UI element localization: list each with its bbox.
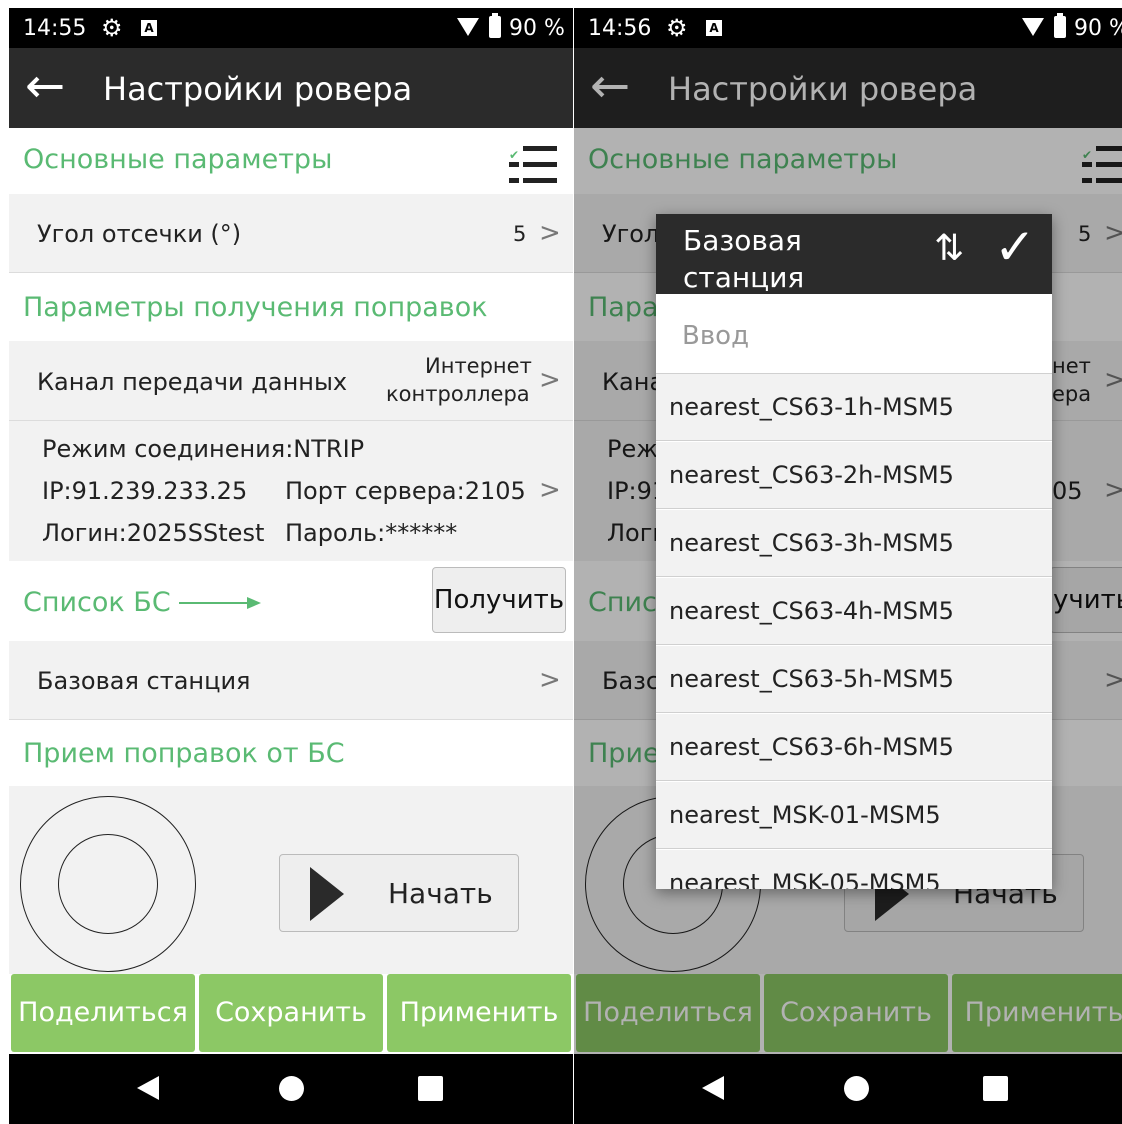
connection-info[interactable]: Режим соединения:NTRIP IP:91.239.233.25 …: [9, 421, 573, 561]
nav-back-icon[interactable]: [702, 1076, 724, 1100]
cutoff-angle-row[interactable]: Угол отсечки (°) 5 >: [9, 194, 573, 273]
section-bs-receive-label: Прием поправок от БС: [23, 738, 345, 769]
share-button[interactable]: Поделиться: [11, 974, 195, 1052]
gear-icon: ⚙: [666, 14, 688, 42]
battery-percent: 90 %: [1074, 16, 1122, 41]
phone-screen-left: 14:55 ⚙ A 90 % ← Настройки ровера Основн…: [9, 8, 573, 1124]
cutoff-angle-label: Угол отсечки (°): [37, 220, 242, 248]
data-channel-row[interactable]: Канал передачи данных Интернет контролле…: [9, 341, 573, 421]
list-check-icon[interactable]: ✔: [509, 144, 557, 188]
arrow-line: [179, 602, 249, 604]
base-station-label: Базовая станция: [37, 667, 251, 695]
station-list-item[interactable]: nearest_CS63-3h-MSM5: [656, 510, 1052, 577]
chevron-right-icon: >: [539, 665, 561, 695]
station-list-item[interactable]: nearest_MSK-05-MSM5: [656, 850, 1052, 889]
station-list-item[interactable]: nearest_CS63-1h-MSM5: [656, 374, 1052, 441]
start-button-label: Начать: [388, 877, 493, 910]
arrow-right-icon: [247, 597, 261, 609]
status-bar: 14:56 ⚙ A 90 %: [574, 8, 1122, 48]
nav-recents-icon[interactable]: [983, 1076, 1008, 1101]
cutoff-angle-value: 5: [513, 222, 527, 246]
station-list-item[interactable]: nearest_CS63-5h-MSM5: [656, 646, 1052, 713]
section-basic-label: Основные параметры: [23, 144, 333, 175]
inner-circle: [58, 834, 158, 934]
dialog-search: [656, 294, 1052, 374]
connection-port: Порт сервера:2105: [285, 477, 526, 505]
apply-button[interactable]: Применить: [387, 974, 571, 1052]
sort-icon[interactable]: ⇅: [934, 228, 964, 269]
save-button[interactable]: Сохранить: [199, 974, 383, 1052]
app-bar: ← Настройки ровера: [9, 48, 573, 128]
nav-back-icon[interactable]: [137, 1076, 159, 1100]
station-list-item[interactable]: nearest_CS63-2h-MSM5: [656, 442, 1052, 509]
connection-mode: Режим соединения:NTRIP: [42, 435, 365, 463]
status-time: 14:56: [588, 16, 652, 41]
notification-a-icon: A: [706, 20, 722, 36]
connection-ip: IP:91.239.233.25: [42, 477, 248, 505]
phone-screen-right: 14:56 ⚙ A 90 % ← Настройки ровера Основн…: [574, 8, 1122, 1124]
base-station-row[interactable]: Базовая станция >: [9, 641, 573, 720]
section-corrections-label: Параметры получения поправок: [23, 292, 488, 323]
data-channel-value-line2: контроллера: [386, 382, 530, 406]
battery-percent: 90 %: [509, 16, 565, 41]
base-station-dialog: Базовая станция ⇅ ✓ nearest_CS63-1h-MSM5…: [656, 214, 1052, 889]
nav-recents-icon[interactable]: [418, 1076, 443, 1101]
status-bar: 14:55 ⚙ A 90 %: [9, 8, 573, 48]
start-button[interactable]: Начать: [279, 854, 519, 932]
gear-icon: ⚙: [101, 14, 123, 42]
nav-bar: [9, 1054, 573, 1124]
nav-bar: [574, 1054, 1122, 1124]
battery-icon: [1054, 13, 1066, 38]
chevron-right-icon: >: [539, 365, 561, 395]
connection-password: Пароль:******: [285, 519, 458, 547]
nav-home-icon[interactable]: [279, 1076, 304, 1101]
dialog-title: Базовая станция: [683, 224, 805, 294]
data-channel-value-line1: Интернет: [425, 354, 532, 378]
chevron-right-icon: >: [539, 218, 561, 248]
chevron-right-icon: >: [539, 475, 561, 505]
connection-login: Логин:2025SStest: [42, 519, 265, 547]
nav-home-icon[interactable]: [844, 1076, 869, 1101]
data-channel-label: Канал передачи данных: [37, 368, 348, 396]
wifi-icon: [1022, 18, 1044, 36]
get-button[interactable]: Получить: [432, 567, 566, 633]
arrow-left-icon[interactable]: ←: [25, 58, 65, 114]
status-time: 14:55: [23, 16, 87, 41]
station-list-item[interactable]: nearest_CS63-4h-MSM5: [656, 578, 1052, 645]
section-bs-receive: Прием поправок от БС: [9, 720, 573, 786]
notification-a-icon: A: [141, 20, 157, 36]
wifi-icon: [457, 18, 479, 36]
play-icon: [310, 867, 344, 921]
check-icon[interactable]: ✓: [994, 218, 1036, 276]
section-bs-list-label: Список БС: [23, 587, 171, 618]
search-input[interactable]: [682, 316, 1022, 356]
dialog-header: Базовая станция ⇅ ✓: [656, 214, 1052, 294]
station-list-item[interactable]: nearest_CS63-6h-MSM5: [656, 714, 1052, 781]
page-title: Настройки ровера: [103, 70, 413, 108]
battery-icon: [489, 13, 501, 38]
section-corrections: Параметры получения поправок: [9, 273, 573, 341]
section-basic: Основные параметры: [9, 128, 573, 194]
station-list-item[interactable]: nearest_MSK-01-MSM5: [656, 782, 1052, 849]
